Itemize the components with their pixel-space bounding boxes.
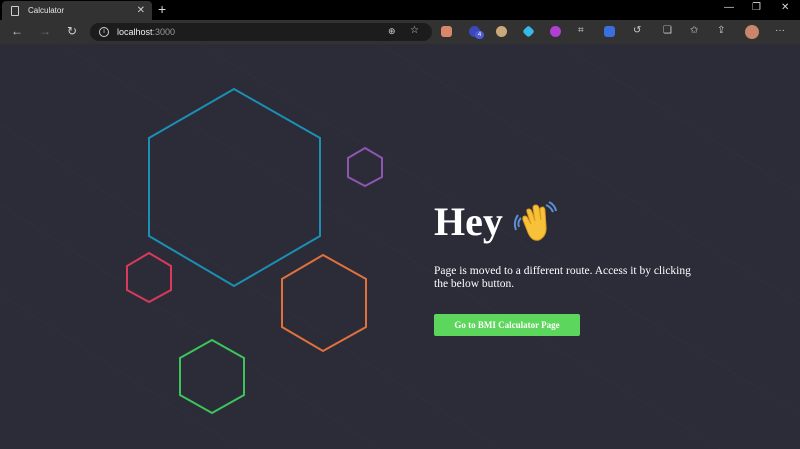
favorites-icon[interactable]: ✩ [690, 25, 698, 37]
profile-avatar[interactable] [745, 25, 759, 39]
hexagon-red [126, 251, 172, 304]
forward-button[interactable]: → [39, 24, 51, 38]
extension-face-icon[interactable] [496, 26, 507, 37]
back-button[interactable]: ← [11, 24, 23, 38]
site-info-icon[interactable]: i [99, 27, 109, 37]
minimize-button[interactable]: — [724, 2, 734, 13]
go-to-bmi-calculator-button[interactable]: Go to BMI Calculator Page [434, 314, 580, 336]
new-tab-button[interactable]: + [158, 2, 166, 16]
extension-diamond-icon[interactable] [522, 25, 535, 38]
hexagon-decoration [126, 87, 383, 415]
tab-title: Calculator [28, 6, 65, 15]
refresh-extension-icon[interactable]: ↺ [633, 25, 641, 37]
zoom-icon[interactable]: ⊕ [388, 26, 396, 37]
hexagon-orange [281, 253, 367, 353]
extension-badge: 4 [475, 31, 484, 39]
extension-purple-icon[interactable] [550, 26, 561, 37]
url-host: localhost [117, 27, 153, 37]
hexagon-blue [148, 87, 321, 288]
browser-chrome: Calculator ✕ + — ❐ ✕ ← → ↻ i localhost :… [0, 0, 800, 44]
tab-close-icon[interactable]: ✕ [137, 5, 145, 16]
window-close-button[interactable]: ✕ [781, 2, 789, 13]
reload-button[interactable]: ↻ [67, 24, 77, 38]
address-bar[interactable]: i localhost :3000 ⊕ ☆ [90, 23, 432, 41]
url-port: :3000 [152, 27, 176, 37]
extension-video-icon[interactable] [604, 26, 615, 37]
share-icon[interactable]: ⇪ [717, 25, 725, 37]
greeting-heading: Hey [434, 198, 557, 245]
page-description: Page is moved to a different route. Acce… [434, 265, 691, 290]
hexagon-green [179, 338, 245, 415]
restore-button[interactable]: ❐ [752, 2, 761, 13]
tab-calculator[interactable]: Calculator ✕ [2, 1, 152, 20]
more-menu-icon[interactable]: ··· [775, 25, 785, 37]
screenshot-icon[interactable]: ⌗ [578, 25, 584, 37]
waving-hand-icon [513, 200, 557, 241]
hexagon-purple [347, 146, 383, 188]
extension-contact-icon[interactable] [441, 26, 452, 37]
favorite-icon[interactable]: ☆ [410, 25, 419, 36]
collections-icon[interactable]: ❏ [663, 25, 672, 37]
tab-strip: Calculator ✕ + — ❐ ✕ [0, 0, 800, 20]
page-content: Hey Page is moved to a different route. … [0, 44, 800, 449]
browser-toolbar: ← → ↻ i localhost :3000 ⊕ ☆ 4 ⌗ ↺ ❏ ✩ ⇪ … [0, 20, 800, 44]
document-icon [11, 5, 19, 16]
heading-text: Hey [434, 199, 503, 244]
